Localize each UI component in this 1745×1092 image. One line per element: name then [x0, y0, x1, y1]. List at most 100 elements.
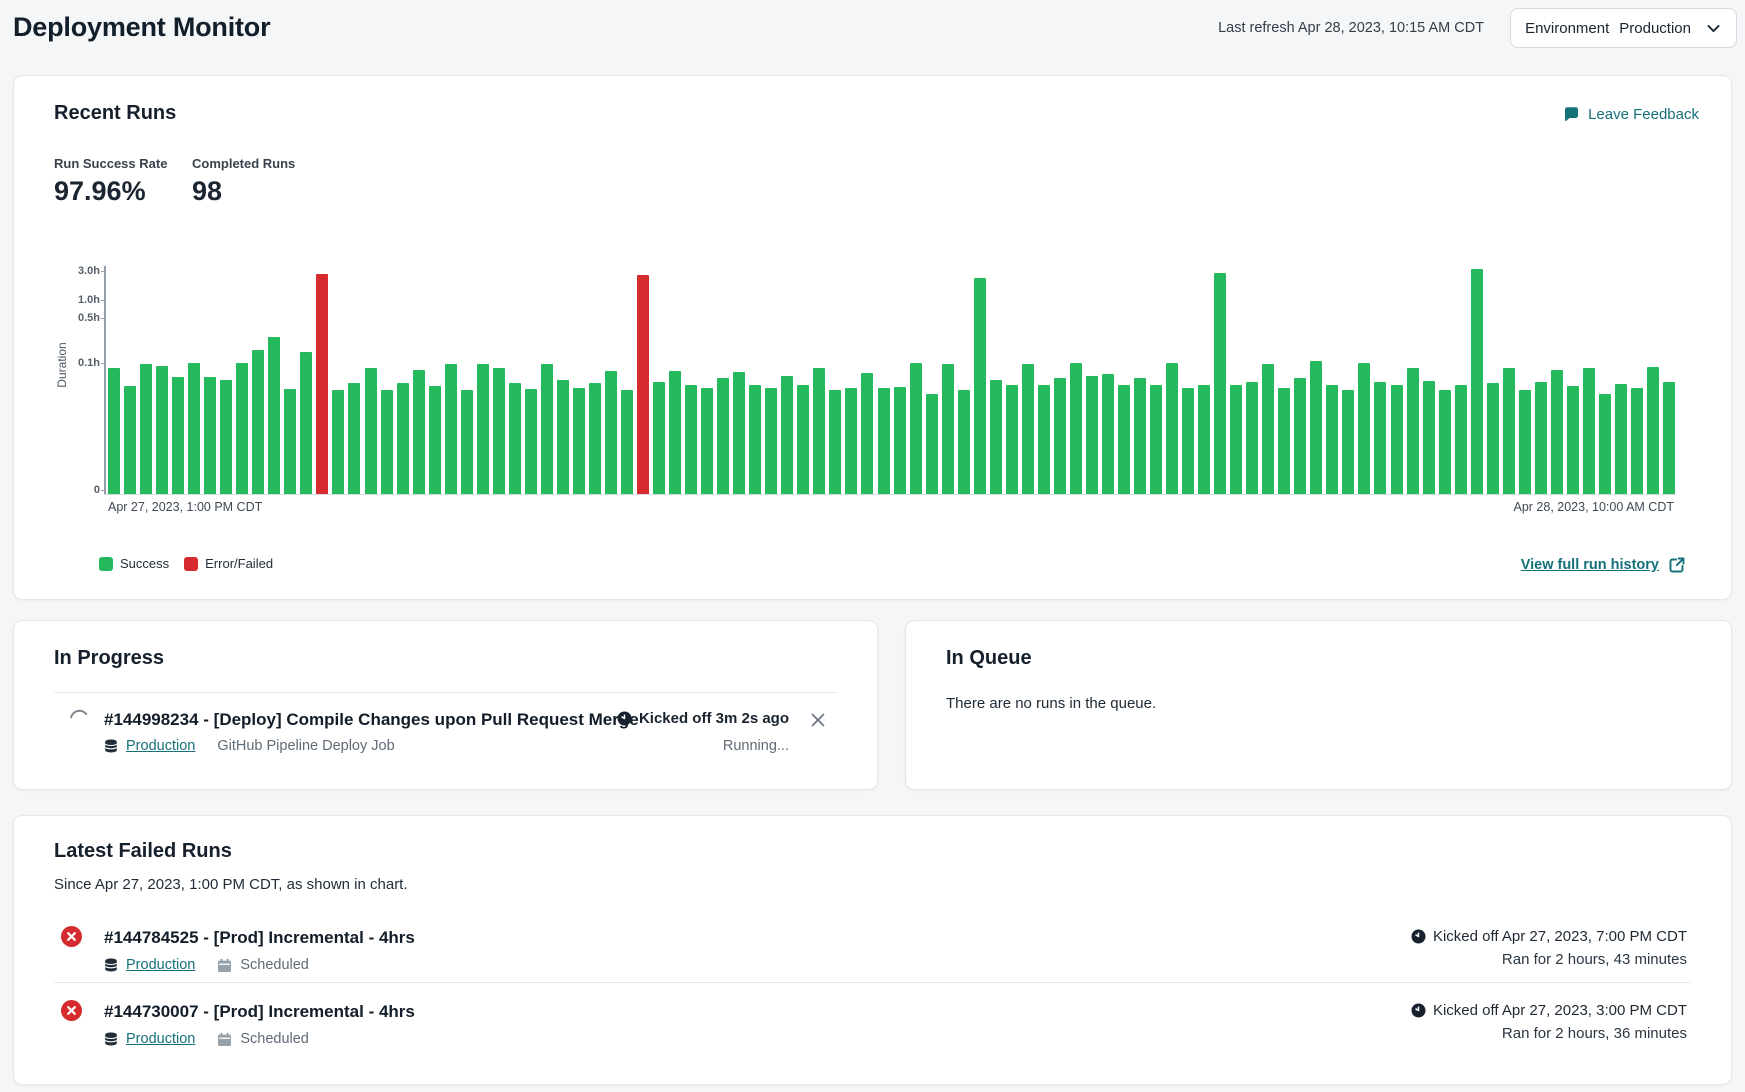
chart-bar[interactable] — [220, 380, 232, 494]
chart-bar[interactable] — [541, 364, 553, 494]
chart-bar[interactable] — [236, 363, 248, 494]
chart-bar[interactable] — [284, 389, 296, 494]
chart-bar[interactable] — [637, 275, 649, 494]
chart-bar[interactable] — [1471, 269, 1483, 494]
chart-bar[interactable] — [765, 388, 777, 494]
chart-bar[interactable] — [990, 380, 1002, 494]
chart-bar[interactable] — [365, 368, 377, 494]
environment-link[interactable]: Production — [126, 738, 195, 754]
chart-bar[interactable] — [1647, 367, 1659, 494]
chart-bar[interactable] — [1246, 382, 1258, 494]
chart-bar[interactable] — [1631, 388, 1643, 494]
chart-bar[interactable] — [1663, 382, 1675, 494]
chart-bar[interactable] — [1567, 386, 1579, 494]
chart-bar[interactable] — [685, 385, 697, 494]
chart-bar[interactable] — [156, 366, 168, 494]
chart-bar[interactable] — [1054, 378, 1066, 494]
chart-bar[interactable] — [1439, 390, 1451, 494]
chart-bar[interactable] — [781, 376, 793, 494]
chart-bar[interactable] — [1166, 363, 1178, 494]
chart-bar[interactable] — [573, 388, 585, 494]
chart-bar[interactable] — [525, 389, 537, 494]
chart-bar[interactable] — [348, 383, 360, 494]
chart-bar[interactable] — [1615, 384, 1627, 494]
chart-bar[interactable] — [1358, 363, 1370, 494]
chart-bar[interactable] — [1374, 382, 1386, 494]
chart-bar[interactable] — [1487, 383, 1499, 494]
chart-bar[interactable] — [381, 390, 393, 494]
chart-bar[interactable] — [413, 370, 425, 494]
chart-bar[interactable] — [829, 390, 841, 494]
chart-bar[interactable] — [1134, 378, 1146, 494]
chart-bar[interactable] — [1583, 368, 1595, 494]
chart-bar[interactable] — [316, 274, 328, 494]
chart-bar[interactable] — [845, 388, 857, 494]
chart-bar[interactable] — [942, 364, 954, 494]
chart-bar[interactable] — [910, 363, 922, 494]
chart-bar[interactable] — [1503, 368, 1515, 494]
chart-bar[interactable] — [1022, 364, 1034, 494]
chart-bar[interactable] — [1118, 385, 1130, 494]
environment-dropdown[interactable]: Environment Production — [1510, 8, 1737, 48]
chart-bar[interactable] — [445, 364, 457, 494]
chart-bar[interactable] — [589, 383, 601, 494]
chart-bar[interactable] — [701, 388, 713, 494]
chart-bar[interactable] — [557, 380, 569, 494]
chart-bar[interactable] — [1070, 363, 1082, 494]
chart-bar[interactable] — [493, 368, 505, 494]
chart-bar[interactable] — [108, 368, 120, 494]
chart-bar[interactable] — [1599, 394, 1611, 494]
chart-bar[interactable] — [509, 383, 521, 494]
chart-bar[interactable] — [1294, 378, 1306, 494]
chart-bar[interactable] — [1551, 370, 1563, 494]
chart-bar[interactable] — [1102, 374, 1114, 494]
chart-bar[interactable] — [252, 350, 264, 494]
leave-feedback-link[interactable]: Leave Feedback — [1563, 106, 1699, 123]
chart-bar[interactable] — [878, 388, 890, 494]
chart-bar[interactable] — [1278, 388, 1290, 494]
chart-bar[interactable] — [1038, 385, 1050, 494]
chart-bar[interactable] — [188, 363, 200, 494]
environment-link[interactable]: Production — [126, 957, 195, 973]
chart-bar[interactable] — [926, 394, 938, 494]
chart-bar[interactable] — [974, 278, 986, 494]
chart-bar[interactable] — [1423, 381, 1435, 494]
chart-bar[interactable] — [1214, 273, 1226, 494]
chart-bar[interactable] — [733, 372, 745, 494]
chart-bar[interactable] — [1535, 382, 1547, 494]
view-full-run-history-link[interactable]: View full run history — [1521, 556, 1686, 574]
chart-bar[interactable] — [605, 371, 617, 494]
chart-bar[interactable] — [461, 390, 473, 494]
chart-bar[interactable] — [621, 390, 633, 494]
chart-bar[interactable] — [1182, 388, 1194, 494]
chart-bar[interactable] — [1006, 385, 1018, 494]
chart-bar[interactable] — [124, 386, 136, 494]
chart-bar[interactable] — [1230, 385, 1242, 494]
chart-bar[interactable] — [1150, 385, 1162, 494]
chart-bar[interactable] — [204, 377, 216, 494]
chart-bar[interactable] — [1407, 368, 1419, 494]
chart-bar[interactable] — [797, 385, 809, 494]
chart-bar[interactable] — [894, 387, 906, 494]
chart-bar[interactable] — [958, 390, 970, 494]
chart-bar[interactable] — [1262, 364, 1274, 494]
chart-bar[interactable] — [397, 383, 409, 494]
chart-bar[interactable] — [1519, 390, 1531, 494]
chart-bar[interactable] — [477, 364, 489, 494]
chart-bar[interactable] — [749, 385, 761, 494]
chart-bar[interactable] — [1310, 361, 1322, 494]
chart-bar[interactable] — [429, 386, 441, 494]
chart-bar[interactable] — [172, 377, 184, 494]
chart-bar[interactable] — [813, 368, 825, 494]
chart-bar[interactable] — [1391, 385, 1403, 494]
chart-bar[interactable] — [1455, 385, 1467, 494]
chart-bar[interactable] — [1342, 390, 1354, 494]
chart-bar[interactable] — [268, 337, 280, 494]
chart-bar[interactable] — [140, 364, 152, 494]
chart-bar[interactable] — [669, 371, 681, 494]
chart-bar[interactable] — [300, 352, 312, 494]
chart-bar[interactable] — [1198, 385, 1210, 494]
chart-bar[interactable] — [1086, 376, 1098, 494]
environment-link[interactable]: Production — [126, 1031, 195, 1047]
chart-bar[interactable] — [861, 373, 873, 494]
